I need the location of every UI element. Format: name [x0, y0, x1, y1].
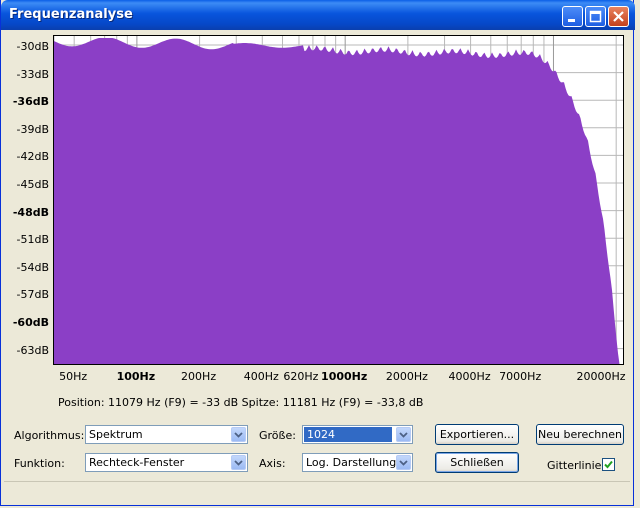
frequency-analysis-window: Frequenzanalyse -30dB -33dB -36dB -39dB -42d…	[0, 0, 635, 506]
size-select[interactable]: 1024	[302, 425, 413, 444]
y-tick-label: -39dB	[16, 122, 50, 136]
size-value: 1024	[304, 427, 392, 442]
y-tick-label: -42dB	[16, 150, 50, 164]
chevron-down-icon[interactable]	[396, 455, 411, 470]
recalculate-button[interactable]: Neu berechnen	[536, 424, 624, 445]
close-icon	[613, 11, 624, 22]
axis-label: Axis:	[259, 457, 286, 470]
algorithm-select[interactable]: Spektrum	[85, 425, 248, 444]
x-tick-label: 100Hz	[116, 370, 156, 383]
close-button[interactable]: Schließen	[435, 452, 519, 473]
export-button[interactable]: Exportieren...	[435, 424, 519, 445]
x-tick-label: 7000Hz	[499, 370, 542, 383]
checkmark-icon	[604, 460, 613, 469]
minimize-button[interactable]	[562, 6, 583, 27]
algorithm-value: Spektrum	[89, 428, 143, 441]
status-bar	[4, 481, 630, 503]
y-tick-label: -48dB	[12, 205, 49, 219]
axis-select[interactable]: Log. Darstellung	[302, 453, 413, 472]
size-label: Größe:	[259, 429, 296, 442]
x-tick-label: 20000Hz	[576, 370, 626, 383]
function-label: Funktion:	[14, 457, 65, 470]
x-tick-label: 2000Hz	[385, 370, 428, 383]
axis-value: Log. Darstellung	[306, 456, 397, 469]
y-tick-label: -60dB	[12, 316, 49, 329]
y-tick-label: -57dB	[16, 288, 50, 302]
spectrum-area	[54, 38, 620, 364]
y-tick-label: -33dB	[16, 67, 50, 81]
y-tick-label: -63dB	[16, 343, 50, 357]
spectrum-chart	[54, 36, 623, 364]
algorithm-label: Algorithmus:	[14, 429, 85, 442]
y-tick-label: -30dB	[16, 40, 50, 53]
chevron-down-icon[interactable]	[231, 455, 246, 470]
y-tick-label: -54dB	[16, 260, 50, 274]
cursor-info: Position: 11079 Hz (F9) = -33 dB Spitze:…	[58, 396, 424, 409]
title-bar[interactable]: Frequenzanalyse	[1, 0, 635, 30]
function-select[interactable]: Rechteck-Fenster	[85, 453, 248, 472]
y-tick-label: -36dB	[12, 95, 49, 109]
x-tick-label: 1000Hz	[321, 370, 368, 383]
maximize-button[interactable]	[585, 6, 606, 27]
y-tick-label: -45dB	[16, 178, 50, 191]
x-tick-label: 50Hz	[59, 370, 88, 383]
chevron-down-icon[interactable]	[231, 427, 246, 442]
grid-label: Gitterlinien	[547, 459, 609, 472]
chevron-down-icon[interactable]	[396, 427, 411, 442]
close-window-button[interactable]	[608, 6, 629, 27]
x-tick-label: 620Hz	[283, 370, 319, 383]
minimize-icon	[568, 19, 575, 22]
x-tick-label: 4000Hz	[448, 370, 491, 383]
window-title: Frequenzanalyse	[9, 7, 133, 22]
maximize-icon	[589, 10, 602, 23]
function-value: Rechteck-Fenster	[89, 456, 185, 469]
x-tick-label: 200Hz	[181, 370, 217, 383]
spectrum-plot[interactable]	[53, 35, 624, 365]
x-tick-label: 400Hz	[243, 370, 279, 383]
grid-checkbox[interactable]	[602, 458, 615, 471]
y-tick-label: -51dB	[16, 233, 50, 247]
